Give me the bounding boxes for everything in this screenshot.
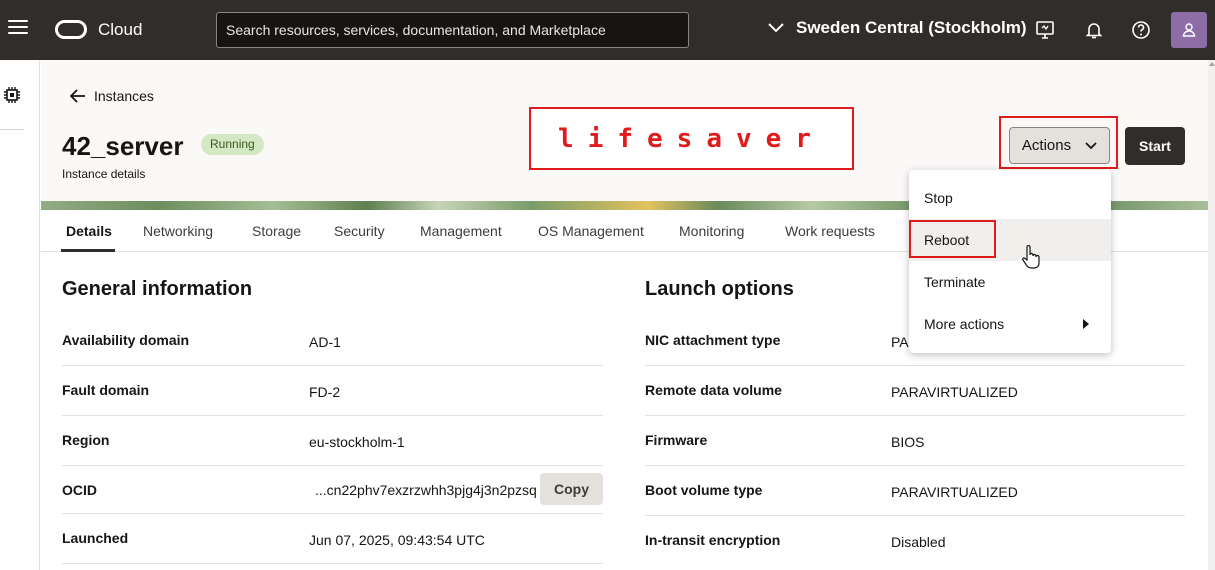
actions-dropdown-menu: Stop Reboot Terminate More actions (909, 170, 1111, 353)
row-divider (62, 365, 603, 366)
tab-security[interactable]: Security (334, 223, 385, 239)
hand-cursor-icon (1022, 245, 1040, 269)
region-label: Sweden Central (Stockholm) (796, 18, 1027, 37)
copy-ocid-button[interactable]: Copy (540, 473, 603, 505)
row-label-ocid: OCID (62, 482, 97, 498)
row-value-region: eu-stockholm-1 (309, 434, 405, 450)
logo-text[interactable]: Cloud (98, 20, 142, 40)
top-navigation-bar: Cloud Sweden Central (Stockholm) (0, 0, 1215, 60)
row-divider (62, 465, 603, 466)
back-to-instances-link[interactable]: Instances (70, 88, 154, 104)
chevron-down-icon (1085, 141, 1097, 149)
row-divider (645, 365, 1185, 366)
row-divider (62, 563, 603, 564)
user-icon (1182, 23, 1196, 37)
general-information-title: General information (62, 278, 253, 300)
left-rail (0, 60, 40, 570)
row-value-nic-attachment: PA (891, 334, 909, 350)
row-value-boot-volume-type: PARAVIRTUALIZED (891, 484, 1018, 500)
status-badge: Running (201, 134, 264, 155)
page-subtitle: Instance details (62, 167, 146, 181)
chevron-down-icon (768, 23, 784, 33)
row-divider (645, 465, 1185, 466)
row-value-launched: Jun 07, 2025, 09:43:54 UTC (309, 532, 485, 548)
back-label: Instances (94, 88, 154, 104)
caret-right-icon (1083, 319, 1089, 329)
row-label-boot-volume-type: Boot volume type (645, 482, 763, 498)
rail-divider (0, 129, 24, 130)
actions-label: Actions (1021, 137, 1072, 154)
tab-os-management[interactable]: OS Management (538, 223, 644, 239)
more-actions-label: More actions (924, 316, 1005, 332)
tab-management[interactable]: Management (420, 223, 502, 239)
scroll-up-arrow-icon[interactable] (1209, 62, 1215, 66)
region-selector[interactable]: Sweden Central (Stockholm) (768, 18, 1026, 38)
row-value-availability-domain: AD-1 (309, 334, 341, 350)
menu-icon[interactable] (8, 20, 28, 40)
row-label-firmware: Firmware (645, 432, 708, 448)
row-divider (62, 513, 603, 514)
tab-monitoring[interactable]: Monitoring (679, 223, 744, 239)
row-value-firmware: BIOS (891, 434, 925, 450)
tab-details[interactable]: Details (66, 223, 112, 239)
highlight-box-reboot (909, 220, 996, 258)
row-divider (62, 415, 603, 416)
annotation-box: lifesaver (529, 107, 854, 170)
oracle-logo-icon[interactable] (55, 20, 87, 39)
row-label-region: Region (62, 432, 110, 448)
help-icon[interactable] (1131, 20, 1151, 40)
row-label-launched: Launched (62, 530, 129, 546)
page-title: 42_server (62, 131, 184, 161)
arrow-left-icon (70, 89, 85, 103)
launch-options-title: Launch options (645, 278, 794, 300)
tab-networking[interactable]: Networking (143, 223, 213, 239)
menu-item-terminate[interactable]: Terminate (909, 261, 1111, 303)
user-avatar[interactable] (1171, 12, 1207, 48)
row-divider (645, 515, 1185, 516)
row-value-ocid: ...cn22phv7exzrzwhh3pjg4j3n2pzsq (315, 482, 537, 498)
search-box[interactable] (216, 12, 689, 48)
bell-icon[interactable] (1084, 20, 1104, 40)
start-button[interactable]: Start (1125, 127, 1185, 165)
row-label-nic-attachment: NIC attachment type (645, 332, 781, 348)
search-input[interactable] (217, 13, 688, 47)
row-value-in-transit-encryption: Disabled (891, 534, 946, 550)
row-label-in-transit-encryption: In-transit encryption (645, 532, 781, 548)
row-divider (645, 415, 1185, 416)
monitor-icon[interactable] (1035, 20, 1055, 40)
menu-item-stop[interactable]: Stop (909, 177, 1111, 219)
compute-chip-icon[interactable] (3, 86, 21, 104)
actions-button[interactable]: Actions (1009, 127, 1110, 164)
tab-work-requests[interactable]: Work requests (785, 223, 875, 239)
tab-storage[interactable]: Storage (252, 223, 301, 239)
row-value-remote-data-volume: PARAVIRTUALIZED (891, 384, 1018, 400)
row-label-remote-data-volume: Remote data volume (645, 382, 782, 398)
row-label-fault-domain: Fault domain (62, 382, 150, 398)
menu-item-more-actions[interactable]: More actions (909, 303, 1111, 345)
row-label-availability-domain: Availability domain (62, 332, 190, 348)
scrollbar[interactable] (1208, 60, 1215, 570)
row-value-fault-domain: FD-2 (309, 384, 341, 400)
